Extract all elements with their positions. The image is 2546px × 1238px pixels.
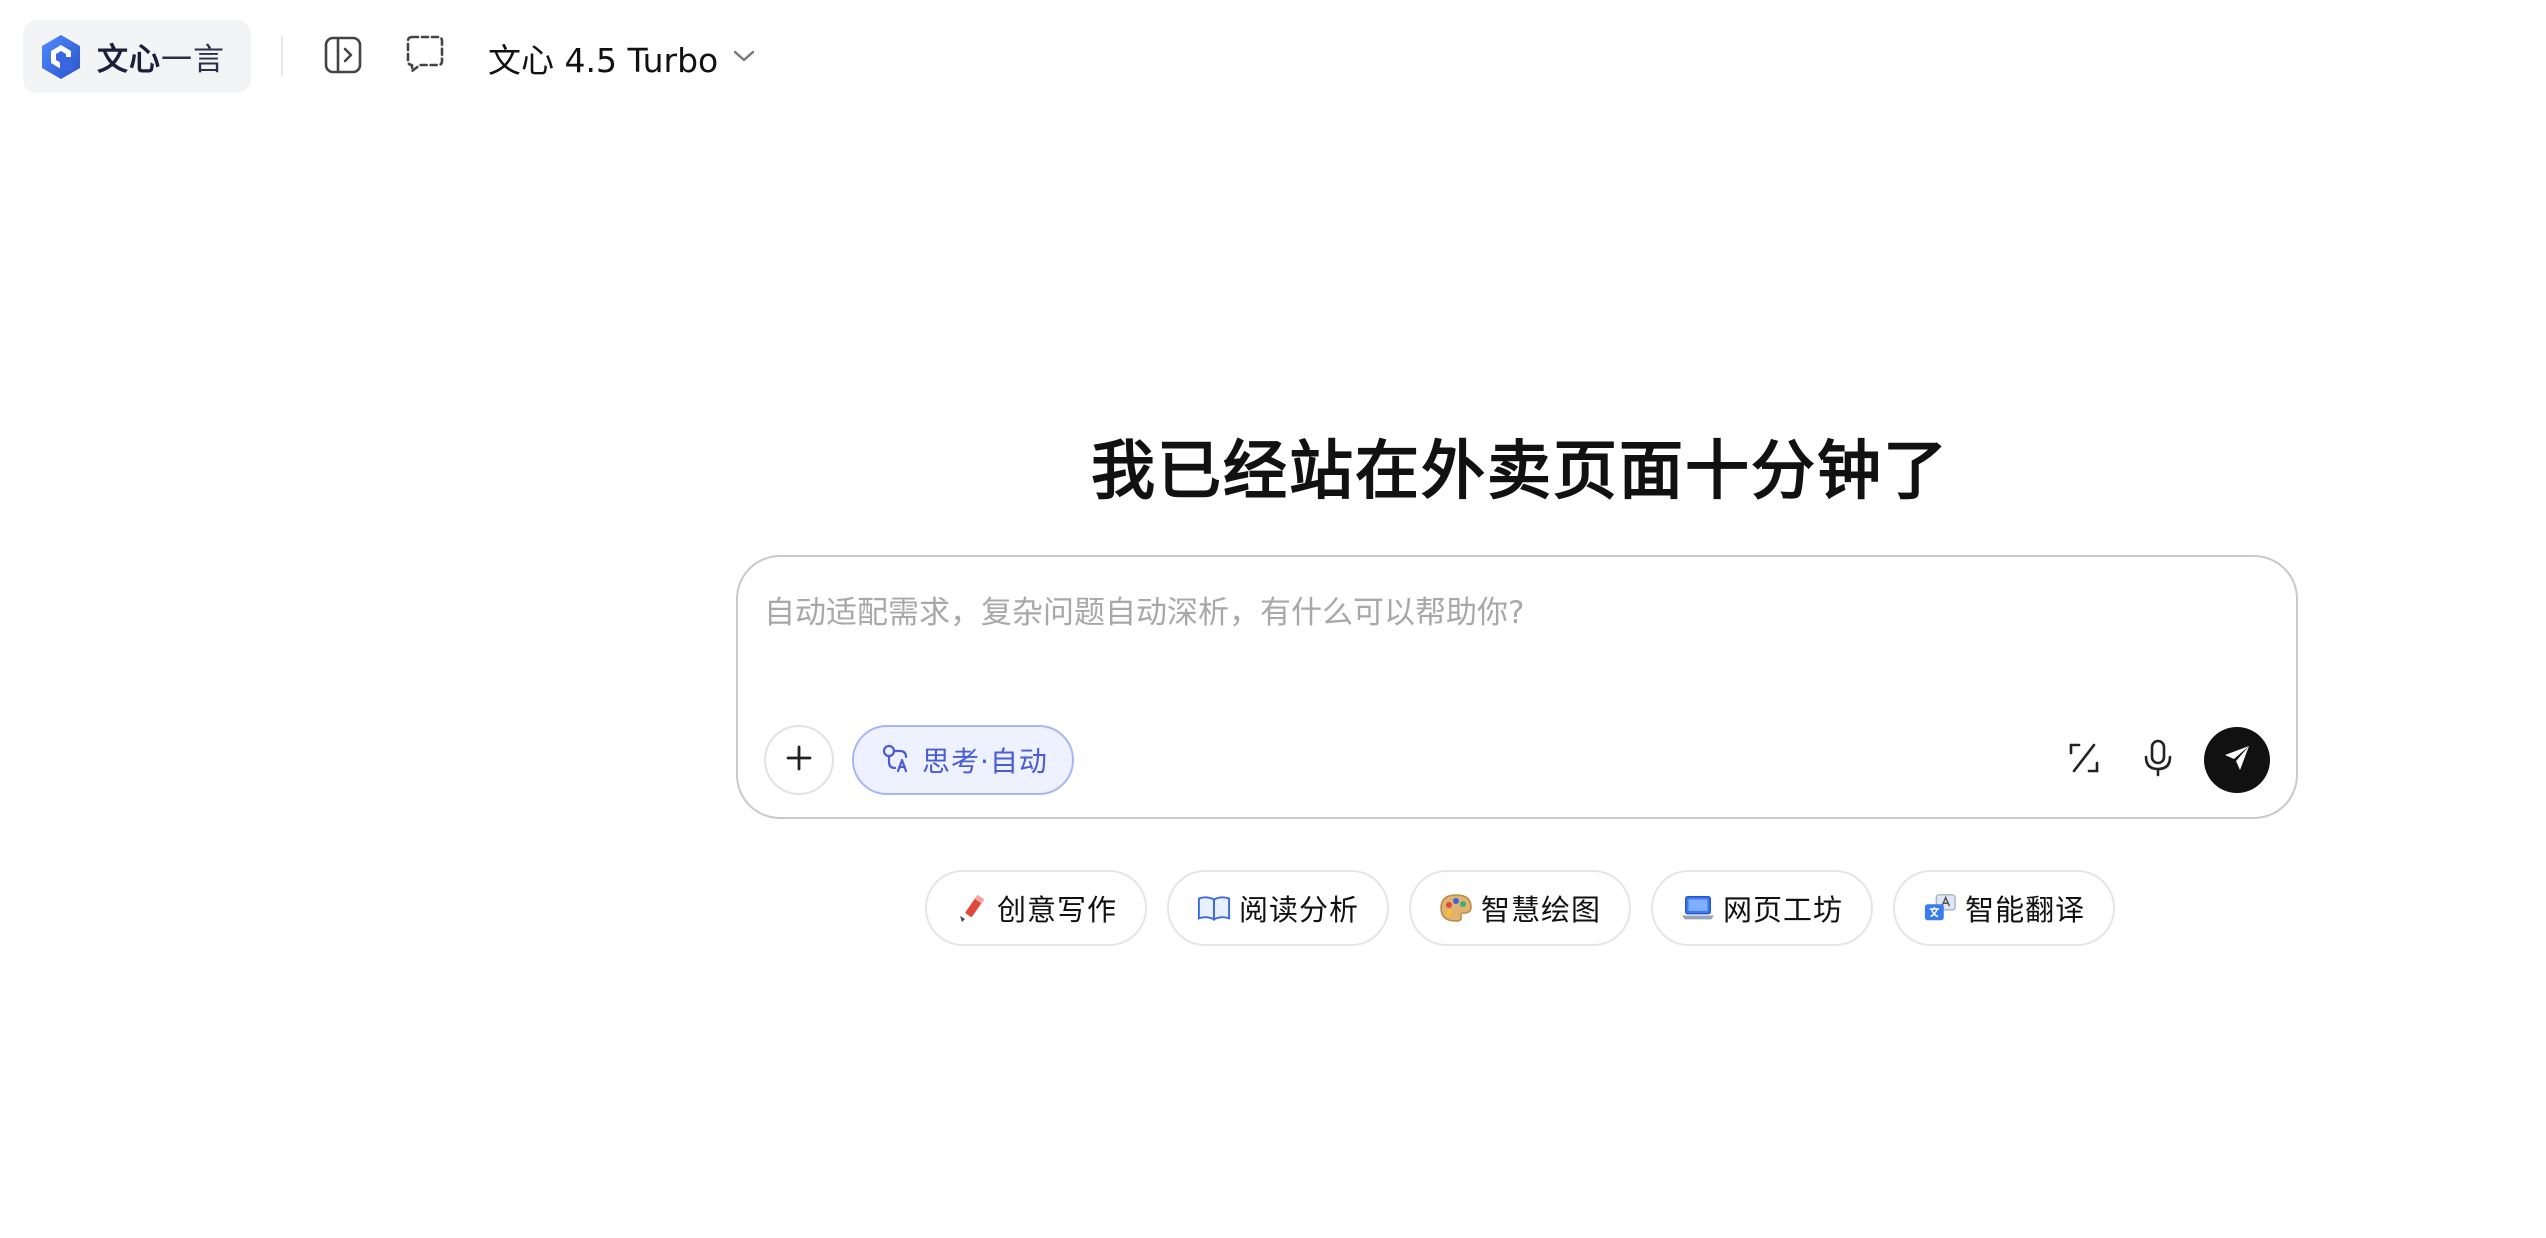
chat-input[interactable] [764,583,2264,643]
sidebar-toggle-icon [323,35,363,79]
think-mode-icon [880,742,912,778]
translate-icon [1923,891,1957,925]
format-button[interactable] [2056,732,2112,788]
model-selector[interactable]: 文心 4.5 Turbo [488,30,756,86]
model-name: 文心 4.5 Turbo [488,41,719,80]
quick-action-label: 智能翻译 [1965,893,2086,927]
plus-icon [784,743,814,777]
quick-action-reading-analysis[interactable]: 阅读分析 [1167,870,1390,946]
chat-composer: 思考·自动 [736,555,2298,819]
send-arrow-icon [2221,742,2253,778]
pencil-icon [955,891,989,925]
think-mode-label: 思考·自动 [922,745,1048,778]
think-mode-button[interactable]: 思考·自动 [852,725,1074,795]
sidebar-toggle-button[interactable] [315,29,371,85]
new-chat-button[interactable] [397,28,453,84]
attach-button[interactable] [764,725,834,795]
quick-action-creative-writing[interactable]: 创意写作 [925,870,1148,946]
quick-action-label: 创意写作 [997,893,1118,927]
top-bar: 文心一言 文心 4.5 Turbo [0,0,2546,120]
brand-logo-button[interactable]: 文心一言 [23,20,251,93]
quick-action-web-workshop[interactable]: 网页工坊 [1651,870,1874,946]
open-book-icon [1197,891,1231,925]
send-button[interactable] [2204,727,2270,793]
new-chat-icon [404,33,446,79]
microphone-icon [2140,738,2176,782]
voice-input-button[interactable] [2130,732,2186,788]
quick-action-label: 网页工坊 [1723,893,1844,927]
quick-action-label: 阅读分析 [1239,893,1360,927]
toolbar-divider [281,36,283,76]
page-headline: 我已经站在外卖页面十分钟了 [1091,435,1949,509]
quick-action-smart-drawing[interactable]: 智慧绘图 [1409,870,1632,946]
wenxin-logo-icon [39,33,83,81]
quick-action-smart-translation[interactable]: 智能翻译 [1893,870,2116,946]
composer-tools [2056,725,2270,795]
quick-actions: 创意写作 阅读分析 智慧绘图 网页工坊 智能翻译 [925,870,2135,946]
chevron-down-icon [732,48,756,68]
quick-action-label: 智慧绘图 [1481,893,1602,927]
palette-icon [1439,891,1473,925]
brand-name: 文心一言 [97,42,225,78]
slash-format-icon [2066,740,2102,780]
laptop-icon [1681,891,1715,925]
